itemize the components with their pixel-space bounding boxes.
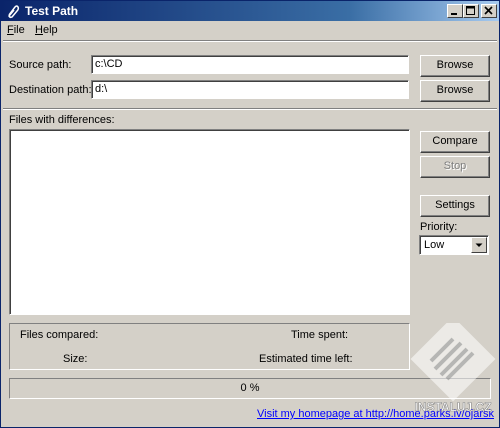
priority-value: Low	[424, 239, 445, 251]
destination-browse-button[interactable]: Browse	[420, 80, 490, 102]
source-browse-button[interactable]: Browse	[420, 55, 490, 77]
close-icon	[484, 6, 493, 15]
app-paperclip-icon	[8, 5, 20, 19]
title-bar[interactable]: Test Path	[1, 1, 499, 21]
menu-help[interactable]: Help	[35, 24, 58, 36]
destination-path-label: Destination path:	[9, 84, 92, 96]
size-label: Size:	[63, 353, 88, 365]
minimize-button[interactable]	[447, 4, 463, 18]
menu-file[interactable]: File	[7, 24, 25, 36]
maximize-button[interactable]	[463, 4, 479, 18]
destination-path-input[interactable]: d:\	[91, 80, 409, 99]
window-title: Test Path	[25, 4, 79, 18]
settings-button[interactable]: Settings	[420, 195, 490, 217]
time-spent-label: Time spent:	[291, 329, 349, 341]
minimize-icon	[451, 13, 457, 15]
stats-panel: Files compared: Time spent: Size: Estima…	[9, 323, 410, 370]
app-window: Test Path File Help Source path: c:\CD B…	[0, 0, 500, 428]
source-path-input[interactable]: c:\CD	[91, 55, 409, 74]
files-compared-label: Files compared:	[20, 329, 99, 341]
priority-dropdown-button[interactable]	[471, 237, 487, 253]
source-path-label: Source path:	[9, 59, 72, 71]
chevron-down-icon	[475, 243, 483, 247]
section-separator	[3, 108, 497, 110]
priority-label: Priority:	[420, 221, 458, 233]
priority-select[interactable]: Low	[419, 235, 489, 255]
files-with-differences-label: Files with differences:	[9, 114, 115, 126]
files-differences-list[interactable]	[9, 129, 410, 315]
menu-separator	[3, 40, 497, 42]
progress-text: 0 %	[240, 382, 260, 394]
menu-bar: File Help	[1, 21, 499, 39]
stop-button[interactable]: Stop	[420, 156, 490, 178]
compare-button[interactable]: Compare	[420, 131, 490, 153]
estimated-time-left-label: Estimated time left:	[259, 353, 353, 365]
instaluj-watermark-logo: INSTALUJ.CZ	[409, 316, 497, 423]
close-button[interactable]	[481, 4, 497, 18]
maximize-icon	[466, 6, 475, 15]
svg-text:INSTALUJ.CZ: INSTALUJ.CZ	[414, 400, 491, 414]
